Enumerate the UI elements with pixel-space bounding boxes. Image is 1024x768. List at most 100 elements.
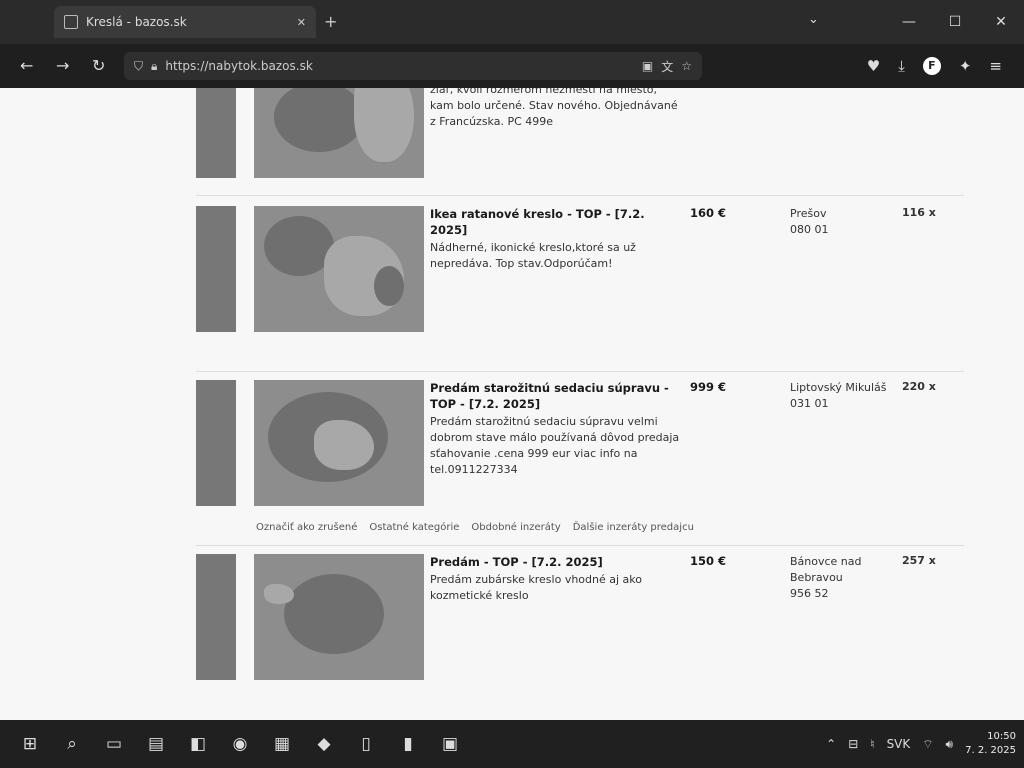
tab-list-button[interactable]: ⌄ xyxy=(808,12,819,27)
thumbnail-shadow xyxy=(196,380,236,506)
listing-actions: Označiť ako zrušené Ostatné kategórie Ob… xyxy=(256,522,694,533)
listing-item: Predám - TOP - [7.2. 2025] Predám zubárs… xyxy=(196,554,964,720)
photo-shape xyxy=(354,88,414,162)
toolbar-extensions: ♥ ⤓ F ✦ ≡ xyxy=(867,44,1024,88)
listing-views: 116 x xyxy=(902,206,936,219)
document-icon[interactable]: ▯ xyxy=(352,730,380,758)
pocket-icon[interactable]: ♥ xyxy=(867,57,880,75)
listing-photo[interactable] xyxy=(254,380,424,506)
listing-description: Nádherné, ikonické kreslo,ktoré sa už ne… xyxy=(430,241,636,270)
volume-icon[interactable]: 🔊︎ xyxy=(946,737,954,752)
listing-thumbnail[interactable] xyxy=(196,88,424,178)
listing-price: 150 € xyxy=(690,554,727,568)
minimize-button[interactable]: — xyxy=(886,0,932,44)
account-icon[interactable]: F xyxy=(922,57,941,75)
store-icon[interactable]: ◧ xyxy=(184,730,212,758)
network-icon[interactable]: ⊟ xyxy=(848,737,858,751)
media-icon[interactable]: ▣ xyxy=(436,730,464,758)
app-icon[interactable]: ◆ xyxy=(310,730,338,758)
location-city: Liptovský Mikuláš xyxy=(790,381,887,394)
listing-item: Ikea ratanové kreslo - TOP - [7.2. 2025]… xyxy=(196,206,964,372)
new-tab-button[interactable]: + xyxy=(324,12,337,31)
tab-close-icon[interactable]: ✕ xyxy=(297,16,306,29)
maximize-button[interactable]: ☐ xyxy=(932,0,978,44)
listing-thumbnail[interactable] xyxy=(196,554,424,680)
photo-shape xyxy=(284,574,384,654)
search-icon[interactable]: ⌕ xyxy=(58,730,86,758)
screenshot-icon[interactable]: ▣ xyxy=(642,59,653,73)
mic-icon[interactable]: ♮ xyxy=(870,737,874,751)
url-text[interactable]: https://nabytok.bazos.sk xyxy=(165,59,633,73)
task-view-icon[interactable]: ▭ xyxy=(100,730,128,758)
listing-photo[interactable] xyxy=(254,554,424,680)
tray-overflow-icon[interactable]: ⌃ xyxy=(826,737,836,751)
other-categories-link[interactable]: Ostatné kategórie xyxy=(369,522,459,533)
downloads-icon[interactable]: ⤓ xyxy=(898,57,905,75)
clock-time: 10:50 xyxy=(987,731,1016,742)
menu-icon[interactable]: ≡ xyxy=(989,57,1002,75)
address-bar[interactable]: ⛉ 🔒︎ https://nabytok.bazos.sk ▣ 文 ☆ xyxy=(124,52,702,80)
similar-listings-link[interactable]: Obdobné inzeráty xyxy=(471,522,560,533)
clock[interactable]: 10:50 7. 2. 2025 xyxy=(965,730,1016,758)
listing-price: 160 € xyxy=(690,206,727,220)
folder-icon[interactable]: ▦ xyxy=(268,730,296,758)
lock-icon[interactable]: 🔒︎ xyxy=(151,59,157,74)
page-favicon-icon xyxy=(64,15,78,29)
window-controls: — ☐ ✕ xyxy=(886,0,1024,44)
thumbnail-shadow xyxy=(196,554,236,680)
seller-listings-link[interactable]: Ďalšie inzeráty predajcu xyxy=(573,522,694,533)
browser-toolbar: ← → ↻ ⛉ 🔒︎ https://nabytok.bazos.sk ▣ 文 … xyxy=(0,44,1024,88)
listing-title-link[interactable]: Ikea ratanové kreslo - TOP - [7.2. 2025] xyxy=(430,206,680,238)
translate-icon[interactable]: 文 xyxy=(661,58,673,75)
listing-thumbnail[interactable] xyxy=(196,206,424,332)
firefox-icon[interactable]: ◉ xyxy=(226,730,254,758)
listing-title-link[interactable]: Predám starožitnú sedaciu súpravu - TOP … xyxy=(430,380,680,412)
listing-location: Bánovce nad Bebravou 956 52 xyxy=(790,554,900,602)
photo-shape xyxy=(274,88,364,152)
thumbnail-shadow xyxy=(196,206,236,332)
forward-arrow-icon[interactable]: → xyxy=(56,56,69,76)
reload-icon[interactable]: ↻ xyxy=(92,56,105,76)
extensions-icon[interactable]: ✦ xyxy=(959,57,972,75)
listing-description: žiaľ, kvôli rozmerom nezmestí na miesto,… xyxy=(430,88,678,128)
thumbnail-shadow xyxy=(196,88,236,178)
listing-thumbnail[interactable] xyxy=(196,380,424,506)
photo-shape xyxy=(314,420,374,470)
report-link[interactable]: Označiť ako zrušené xyxy=(256,522,357,533)
os-taskbar: ⊞ ⌕ ▭ ▤ ◧ ◉ ▦ ◆ ▯ ▮ ▣ ⌃ ⊟ ♮ SVK ⌔ 🔊︎ 10:… xyxy=(0,720,1024,768)
wifi-icon[interactable]: ⌔ xyxy=(922,737,933,752)
listing-views: 257 x xyxy=(902,554,936,567)
listing-item: žiaľ, kvôli rozmerom nezmestí na miesto,… xyxy=(196,88,964,196)
taskbar-apps: ⊞ ⌕ ▭ ▤ ◧ ◉ ▦ ◆ ▯ ▮ ▣ xyxy=(16,720,464,768)
browser-titlebar: Kreslá - bazos.sk ✕ + ⌄ — ☐ ✕ xyxy=(0,0,1024,44)
location-city: Prešov xyxy=(790,207,827,220)
location-postcode: 031 01 xyxy=(790,397,829,410)
shield-icon[interactable]: ⛉ xyxy=(134,59,143,74)
location-postcode: 956 52 xyxy=(790,587,829,600)
listing-description: Predám zubárske kreslo vhodné aj ako koz… xyxy=(430,573,642,602)
listing-photo[interactable] xyxy=(254,88,424,178)
listing-location: Prešov 080 01 xyxy=(790,206,900,238)
listing-photo[interactable] xyxy=(254,206,424,332)
language-indicator[interactable]: SVK xyxy=(887,737,911,751)
listing-title-link[interactable]: Predám - TOP - [7.2. 2025] xyxy=(430,554,680,570)
clock-date: 7. 2. 2025 xyxy=(965,745,1016,756)
location-postcode: 080 01 xyxy=(790,223,829,236)
bookmark-star-icon[interactable]: ☆ xyxy=(681,59,692,73)
listing-views: 220 x xyxy=(902,380,936,393)
listing-location: Liptovský Mikuláš 031 01 xyxy=(790,380,900,412)
back-arrow-icon[interactable]: ← xyxy=(20,56,33,76)
system-tray: ⌃ ⊟ ♮ SVK ⌔ 🔊︎ 10:50 7. 2. 2025 xyxy=(826,720,1016,768)
listing-price: 999 € xyxy=(690,380,727,394)
photo-shape xyxy=(264,584,294,604)
file-explorer-icon[interactable]: ▤ xyxy=(142,730,170,758)
photo-shape xyxy=(374,266,404,306)
browser-tab-active[interactable]: Kreslá - bazos.sk ✕ xyxy=(54,6,316,38)
tab-title: Kreslá - bazos.sk xyxy=(86,15,187,29)
close-window-button[interactable]: ✕ xyxy=(978,0,1024,44)
location-city: Bánovce nad Bebravou xyxy=(790,555,862,584)
start-menu-icon[interactable]: ⊞ xyxy=(16,730,44,758)
notes-icon[interactable]: ▮ xyxy=(394,730,422,758)
listing-description: Predám starožitnú sedaciu súpravu velmi … xyxy=(430,415,680,476)
page-viewport: žiaľ, kvôli rozmerom nezmestí na miesto,… xyxy=(0,88,1024,720)
